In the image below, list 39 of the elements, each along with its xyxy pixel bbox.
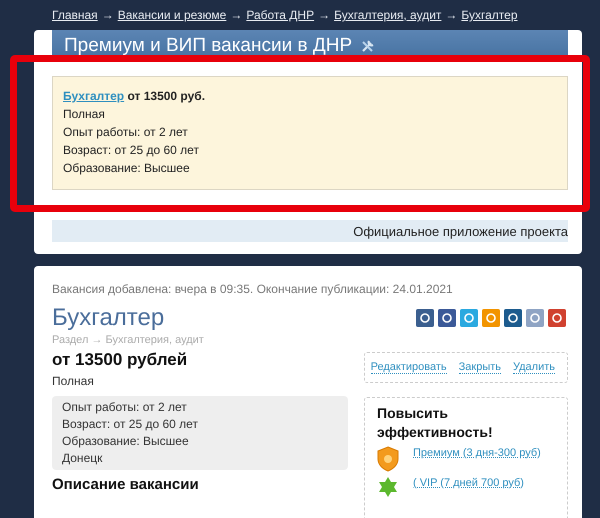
listing-detail: Возраст: от 25 до 60 лет <box>63 142 200 159</box>
breadcrumb-link[interactable]: Бухгалтерия, аудит <box>334 8 442 22</box>
share-icon[interactable] <box>438 309 456 327</box>
vacancy-meta: Вакансия добавлена: вчера в 09:35. Окончание публикации: 24.01.2021 <box>52 282 454 296</box>
vacancy-title: Бухгалтер <box>52 304 164 332</box>
badge-icon <box>377 476 399 498</box>
listing-salary: от 13500 руб. <box>127 89 206 103</box>
vacancy-detail: Опыт работы: от 2 лет <box>62 399 188 416</box>
action-link[interactable]: Удалить <box>513 361 555 374</box>
breadcrumb-link[interactable]: Главная <box>52 8 98 22</box>
description-heading: Описание вакансии <box>52 476 200 493</box>
promote-link[interactable]: ( VIP (7 дней 700 руб) <box>413 476 553 490</box>
section-path: Раздел → Бухгалтерия, аудит <box>52 334 205 346</box>
share-icon[interactable] <box>504 309 522 327</box>
breadcrumb-link[interactable]: Бухгалтер <box>461 8 518 22</box>
vacancy-detail: Возраст: от 25 до 60 лет <box>62 416 199 433</box>
app-banner[interactable]: Официальное приложение проекта <box>52 220 568 242</box>
vacancy-salary: от 13500 рублей <box>52 350 188 370</box>
vacancy-detail: Донецк <box>62 450 104 467</box>
breadcrumb-arrow: → <box>230 8 242 22</box>
share-icon[interactable] <box>548 309 566 327</box>
tools-icon <box>360 38 376 54</box>
breadcrumb-arrow: → <box>102 8 114 22</box>
vacancy-detail: Образование: Высшее <box>62 433 190 450</box>
action-link[interactable]: Закрыть <box>458 361 501 374</box>
breadcrumb-link[interactable]: Вакансии и резюме <box>118 8 226 22</box>
breadcrumb-link[interactable]: Работа ДНР <box>246 8 314 22</box>
promote-link[interactable]: Премиум (3 дня-300 руб) <box>413 446 553 460</box>
listing-detail: Полная <box>63 106 106 123</box>
breadcrumb-arrow: → <box>445 8 458 22</box>
shield-icon <box>377 446 399 472</box>
share-icon[interactable] <box>416 309 434 327</box>
employment-type: Полная <box>52 374 95 388</box>
action-link[interactable]: Редактировать <box>370 361 447 374</box>
panel-title: Премиум и ВИП вакансии в ДНР <box>64 35 352 57</box>
listing-detail: Образование: Высшее <box>63 160 191 177</box>
breadcrumb-arrow: → <box>318 8 330 22</box>
promote-title: Повысить эффективность! <box>377 404 494 442</box>
listing-detail: Опыт работы: от 2 лет <box>63 124 189 141</box>
